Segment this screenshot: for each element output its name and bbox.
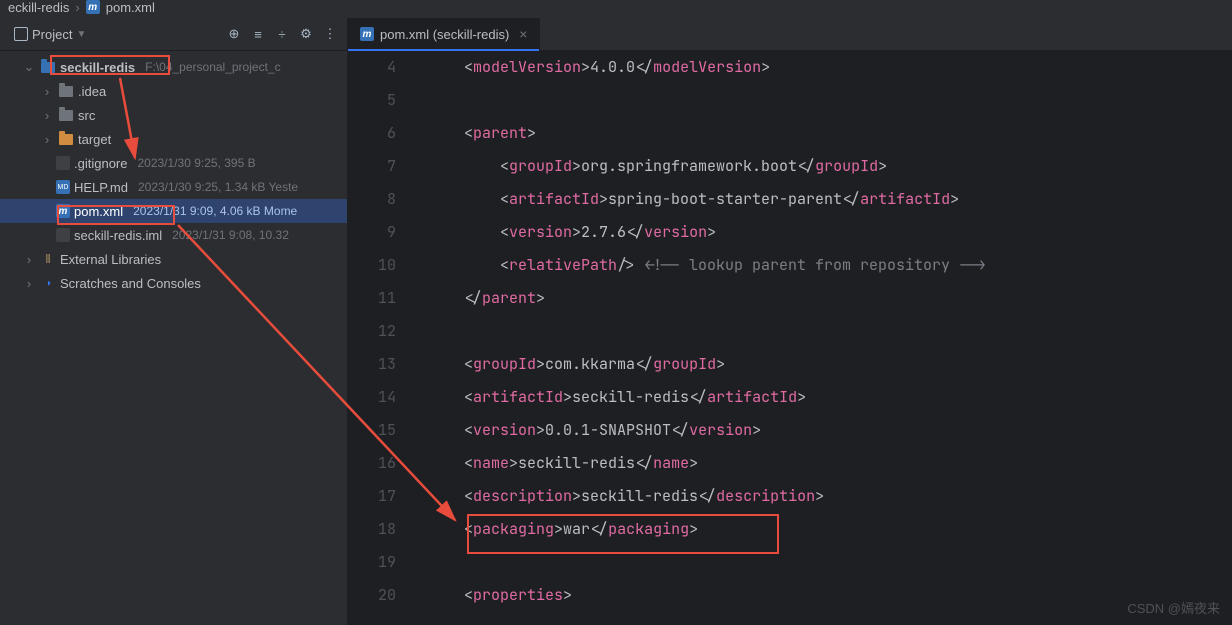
tab-pom[interactable]: m pom.xml (seckill-redis) × xyxy=(348,18,540,50)
project-folder-icon xyxy=(41,62,55,73)
chevron-down-icon: ⌄ xyxy=(22,59,36,75)
maven-file-icon: m xyxy=(86,0,100,14)
code-area[interactable]: 456 789 101112 131415 161718 1920 <model… xyxy=(348,51,1232,625)
code-content[interactable]: <modelVersion>4.0.0</modelVersion> <pare… xyxy=(428,51,1232,625)
tree-root-path: F:\04_personal_project_c xyxy=(145,60,280,74)
project-view-selector[interactable]: Project ▼ xyxy=(8,24,92,45)
scratches-icon: ◑ xyxy=(40,275,56,291)
tree-root-name: seckill-redis xyxy=(60,60,135,75)
editor-tabs: m pom.xml (seckill-redis) × xyxy=(348,18,1232,51)
folder-icon xyxy=(59,134,73,145)
tab-label: pom.xml (seckill-redis) xyxy=(380,27,509,42)
target-icon[interactable]: ⊕ xyxy=(225,25,243,43)
tree-file-gitignore[interactable]: .gitignore 2023/1/30 9:25, 395 B xyxy=(0,151,347,175)
tree-scratches[interactable]: › ◑ Scratches and Consoles xyxy=(0,271,347,295)
chevron-right-icon: › xyxy=(40,84,54,99)
sidebar-toolbar: Project ▼ ⊕ ≡ ÷ ⚙ ⋮ xyxy=(0,18,347,51)
tree-external-libs[interactable]: › ⫼ External Libraries xyxy=(0,247,347,271)
tree-file-iml[interactable]: seckill-redis.iml 2023/1/31 9:08, 10.32 xyxy=(0,223,347,247)
more-icon[interactable]: ⋮ xyxy=(321,25,339,43)
close-icon[interactable]: × xyxy=(519,26,527,42)
expand-icon[interactable]: ≡ xyxy=(249,25,267,43)
fold-gutter xyxy=(414,51,428,625)
breadcrumb-root[interactable]: eckill-redis xyxy=(8,0,69,15)
project-label: Project xyxy=(32,27,72,42)
tree-file-pom[interactable]: m pom.xml 2023/1/31 9:09, 4.06 kB Mome xyxy=(0,199,347,223)
library-icon: ⫼ xyxy=(40,251,56,267)
project-tree: ⌄ seckill-redis F:\04_personal_project_c… xyxy=(0,51,347,625)
tree-folder-target[interactable]: › target xyxy=(0,127,347,151)
chevron-right-icon: › xyxy=(22,276,36,291)
file-icon xyxy=(56,156,70,170)
gear-icon[interactable]: ⚙ xyxy=(297,25,315,43)
maven-file-icon: m xyxy=(360,27,374,41)
line-gutter: 456 789 101112 131415 161718 1920 xyxy=(348,51,414,625)
maven-file-icon: m xyxy=(56,204,70,218)
tree-file-help[interactable]: MD HELP.md 2023/1/30 9:25, 1.34 kB Yeste xyxy=(0,175,347,199)
chevron-right-icon: › xyxy=(22,252,36,267)
editor-panel: m pom.xml (seckill-redis) × 456 789 1011… xyxy=(348,18,1232,625)
breadcrumb: eckill-redis › m pom.xml xyxy=(0,0,1232,18)
collapse-icon[interactable]: ÷ xyxy=(273,25,291,43)
watermark: CSDN @嫣夜来 xyxy=(1127,598,1220,617)
chevron-down-icon: ▼ xyxy=(76,29,86,40)
markdown-file-icon: MD xyxy=(56,180,70,194)
chevron-right-icon: › xyxy=(40,132,54,147)
chevron-right-icon: › xyxy=(75,0,79,15)
tree-root[interactable]: ⌄ seckill-redis F:\04_personal_project_c xyxy=(0,55,347,79)
project-icon xyxy=(14,27,28,41)
breadcrumb-file[interactable]: pom.xml xyxy=(106,0,155,15)
file-icon xyxy=(56,228,70,242)
project-sidebar: Project ▼ ⊕ ≡ ÷ ⚙ ⋮ ⌄ seckill-redis F:\0… xyxy=(0,18,348,625)
chevron-right-icon: › xyxy=(40,108,54,123)
tree-folder-src[interactable]: › src xyxy=(0,103,347,127)
folder-icon xyxy=(59,86,73,97)
folder-icon xyxy=(59,110,73,121)
tree-folder-idea[interactable]: › .idea xyxy=(0,79,347,103)
